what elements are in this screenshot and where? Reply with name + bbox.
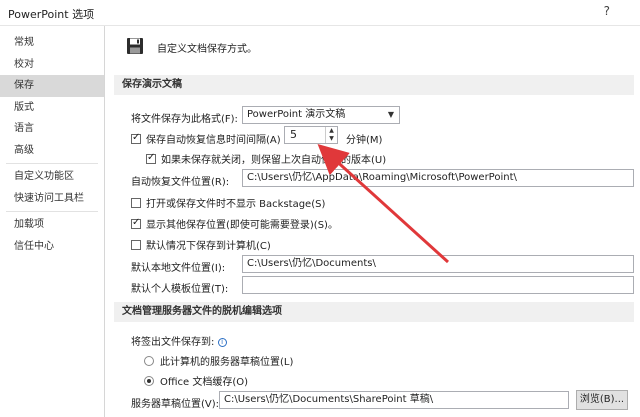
keep-last-row: 如果未保存就关闭，则保留上次自动保存的版本(U)	[146, 151, 386, 166]
sidebar-divider	[6, 163, 98, 164]
spinner-up-icon[interactable]: ▲	[325, 127, 337, 135]
radio-office-row: Office 文档缓存(O)	[144, 373, 248, 388]
keep-last-checkbox[interactable]	[146, 152, 156, 164]
no-backstage-row: 打开或保存文件时不显示 Backstage(S)	[131, 195, 325, 210]
sidebar-item-layout[interactable]: 版式	[0, 97, 104, 119]
radio-office-label: Office 文档缓存(O)	[160, 377, 249, 388]
radio-office-cache[interactable]	[144, 376, 154, 386]
radio-server-drafts[interactable]	[144, 356, 154, 366]
spinner-down-icon[interactable]: ▼	[325, 135, 337, 143]
default-computer-label: 默认情况下保存到计算机(C)	[146, 241, 271, 252]
sidebar-item-trust-center[interactable]: 信任中心	[0, 236, 104, 258]
main-panel: 自定义文档保存方式。 保存演示文稿 将文件保存为此格式(F): PowerPoi…	[106, 26, 640, 417]
checkout-row: 将签出文件保存到: i	[131, 333, 227, 348]
save-disk-icon	[127, 38, 143, 54]
browse-button[interactable]: 浏览(B)...	[576, 390, 628, 410]
minutes-label: 分钟(M)	[346, 135, 383, 146]
sidebar-item-advanced[interactable]: 高级	[0, 140, 104, 162]
default-local-field[interactable]: C:\Users\仍忆\Documents\	[242, 255, 634, 273]
show-other-checkbox[interactable]	[131, 217, 141, 229]
default-local-label: 默认本地文件位置(I):	[131, 263, 226, 274]
server-drafts-field[interactable]: C:\Users\仍忆\Documents\SharePoint 草稿\	[219, 391, 569, 409]
show-other-label: 显示其他保存位置(即使可能需要登录)(S)。	[146, 220, 338, 231]
sidebar-item-general[interactable]: 常规	[0, 32, 104, 54]
section-save-presentations: 保存演示文稿	[114, 75, 634, 95]
autorecover-minutes-spinner[interactable]: 5 ▲ ▼	[284, 126, 338, 144]
sidebar-item-language[interactable]: 语言	[0, 118, 104, 140]
radio-server-label: 此计算机的服务器草稿位置(L)	[160, 357, 294, 368]
keep-last-label: 如果未保存就关闭，则保留上次自动保存的版本(U)	[161, 155, 387, 166]
sidebar-divider	[6, 211, 98, 212]
title-bar: PowerPoint 选项 ?	[0, 0, 640, 26]
save-format-dropdown[interactable]: PowerPoint 演示文稿 ▼	[242, 106, 400, 124]
help-icon[interactable]: ?	[604, 4, 610, 18]
sidebar-item-addins[interactable]: 加载项	[0, 214, 104, 236]
show-other-row: 显示其他保存位置(即使可能需要登录)(S)。	[131, 216, 338, 231]
window-title: PowerPoint 选项	[8, 8, 95, 21]
autorecover-minutes-value: 5	[290, 128, 297, 141]
autorecover-checkbox[interactable]	[131, 132, 141, 144]
checkout-label: 将签出文件保存到:	[131, 337, 215, 348]
default-template-label: 默认个人模板位置(T):	[131, 284, 229, 295]
section-offline-editing: 文档管理服务器文件的脱机编辑选项	[114, 302, 634, 322]
autorecover-row: 保存自动恢复信息时间间隔(A)	[131, 131, 281, 146]
autorecover-path-label: 自动恢复文件位置(R):	[131, 177, 230, 188]
default-computer-checkbox[interactable]	[131, 240, 141, 250]
format-label: 将文件保存为此格式(F):	[131, 114, 238, 125]
page-header-text: 自定义文档保存方式。	[157, 44, 257, 55]
autorecover-path-field[interactable]: C:\Users\仍忆\AppData\Roaming\Microsoft\Po…	[242, 169, 634, 187]
sidebar-item-customize-ribbon[interactable]: 自定义功能区	[0, 166, 104, 188]
radio-server-row: 此计算机的服务器草稿位置(L)	[144, 353, 293, 368]
chevron-down-icon: ▼	[387, 110, 394, 119]
save-format-value: PowerPoint 演示文稿	[247, 109, 346, 120]
info-icon: i	[217, 338, 227, 347]
no-backstage-checkbox[interactable]	[131, 198, 141, 208]
sidebar-item-save[interactable]: 保存	[0, 75, 104, 97]
sidebar-item-proofing[interactable]: 校对	[0, 54, 104, 76]
sidebar-item-quick-access[interactable]: 快速访问工具栏	[0, 188, 104, 210]
autorecover-label: 保存自动恢复信息时间间隔(A)	[146, 135, 281, 146]
default-computer-row: 默认情况下保存到计算机(C)	[131, 237, 271, 252]
server-drafts-label: 服务器草稿位置(V):	[131, 399, 220, 410]
no-backstage-label: 打开或保存文件时不显示 Backstage(S)	[146, 199, 326, 210]
sidebar: 常规 校对 保存 版式 语言 高级 自定义功能区 快速访问工具栏 加载项 信任中…	[0, 26, 105, 417]
default-template-field[interactable]	[242, 276, 634, 294]
